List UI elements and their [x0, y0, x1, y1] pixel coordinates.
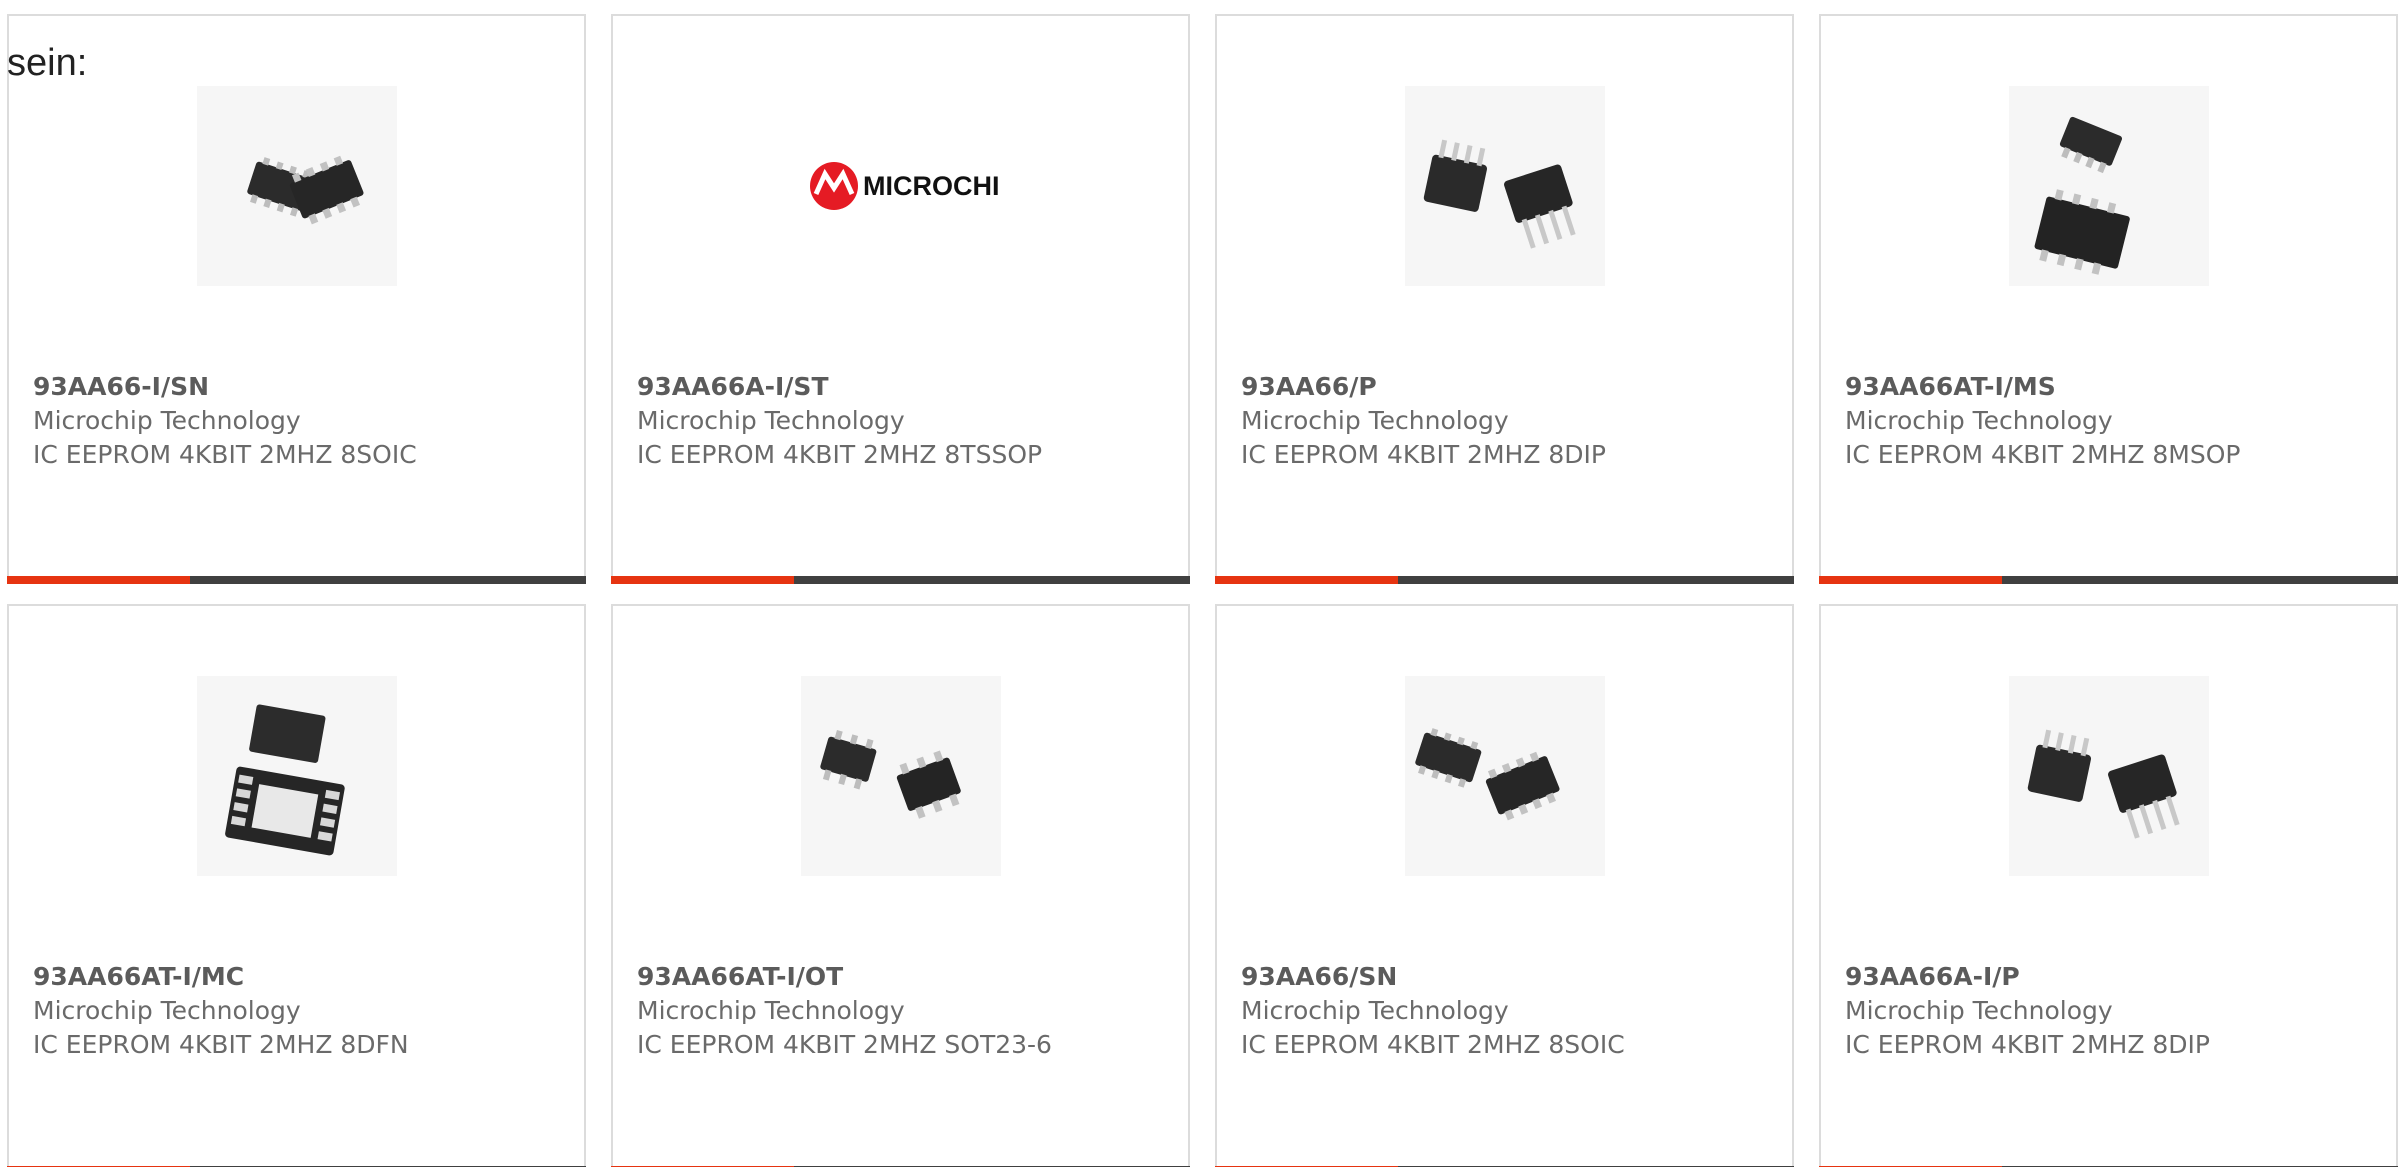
part-number: 93AA66AT-I/MS: [1845, 372, 2056, 401]
product-image: [800, 676, 1001, 876]
description: IC EEPROM 4KBIT 2MHZ 8SOIC: [33, 440, 417, 469]
product-card[interactable]: 93AA66A-I/P Microchip Technology IC EEPR…: [1819, 604, 2398, 1167]
part-number: 93AA66A-I/P: [1845, 962, 2020, 991]
manufacturer: Microchip Technology: [1845, 996, 2113, 1025]
microchip-logo-image: MICROCHIP: [809, 162, 1001, 210]
description: IC EEPROM 4KBIT 2MHZ 8DFN: [33, 1030, 409, 1059]
dip-8-chips-image: [1423, 139, 1576, 249]
part-number: 93AA66AT-I/OT: [637, 962, 844, 991]
part-number: 93AA66/P: [1241, 372, 1377, 401]
product-grid-page: sein: 93AA66-I/SN Microchip Technology I…: [0, 0, 2400, 1167]
manufacturer: Microchip Technology: [33, 996, 301, 1025]
description: IC EEPROM 4KBIT 2MHZ 8SOIC: [1241, 1030, 1625, 1059]
product-image: [196, 86, 397, 286]
product-image: [1404, 86, 1605, 286]
manufacturer: Microchip Technology: [637, 996, 905, 1025]
part-number: 93AA66/SN: [1241, 962, 1398, 991]
sot23-6-chips-image: [819, 729, 961, 819]
part-number: 93AA66AT-I/MC: [33, 962, 245, 991]
card-accent-bar: [1819, 576, 2398, 584]
dfn-8-chips-image: [224, 704, 345, 856]
soic-8-chips-image: [246, 155, 364, 225]
manufacturer: Microchip Technology: [33, 406, 301, 435]
description: IC EEPROM 4KBIT 2MHZ 8DIP: [1241, 440, 1607, 469]
manufacturer: Microchip Technology: [1845, 406, 2113, 435]
product-image: [2008, 86, 2209, 286]
product-card[interactable]: 93AA66/P Microchip Technology IC EEPROM …: [1215, 14, 1794, 584]
part-number: 93AA66A-I/ST: [637, 372, 829, 401]
manufacturer: Microchip Technology: [1241, 406, 1509, 435]
product-card[interactable]: 93AA66AT-I/OT Microchip Technology IC EE…: [611, 604, 1190, 1167]
product-card[interactable]: 93AA66-I/SN Microchip Technology IC EEPR…: [7, 14, 586, 584]
product-card[interactable]: 93AA66AT-I/MC Microchip Technology IC EE…: [7, 604, 586, 1167]
product-image: [196, 676, 397, 876]
product-image: MICROCHIP: [800, 86, 1001, 286]
msop-8-chips-image: [2034, 116, 2130, 275]
description: IC EEPROM 4KBIT 2MHZ SOT23-6: [637, 1030, 1052, 1059]
product-card[interactable]: 93AA66AT-I/MS Microchip Technology IC EE…: [1819, 14, 2398, 584]
card-accent-bar: [7, 576, 586, 584]
description: IC EEPROM 4KBIT 2MHZ 8TSSOP: [637, 440, 1043, 469]
intro-text: sein:: [7, 42, 88, 84]
product-card[interactable]: 93AA66/SN Microchip Technology IC EEPROM…: [1215, 604, 1794, 1167]
dip-8-chips-image: [2027, 729, 2180, 839]
description: IC EEPROM 4KBIT 2MHZ 8DIP: [1845, 1030, 2211, 1059]
product-card[interactable]: MICROCHIP 93AA66A-I/ST Microchip Technol…: [611, 14, 1190, 584]
manufacturer: Microchip Technology: [637, 406, 905, 435]
soic-8-chips-image: [1414, 728, 1560, 821]
product-image: [2008, 676, 2209, 876]
card-accent-bar: [1215, 576, 1794, 584]
manufacturer: Microchip Technology: [1241, 996, 1509, 1025]
description: IC EEPROM 4KBIT 2MHZ 8MSOP: [1845, 440, 2241, 469]
product-image: [1404, 676, 1605, 876]
part-number: 93AA66-I/SN: [33, 372, 210, 401]
card-accent-bar: [611, 576, 1190, 584]
microchip-logo-text: MICROCHIP: [863, 171, 1001, 201]
